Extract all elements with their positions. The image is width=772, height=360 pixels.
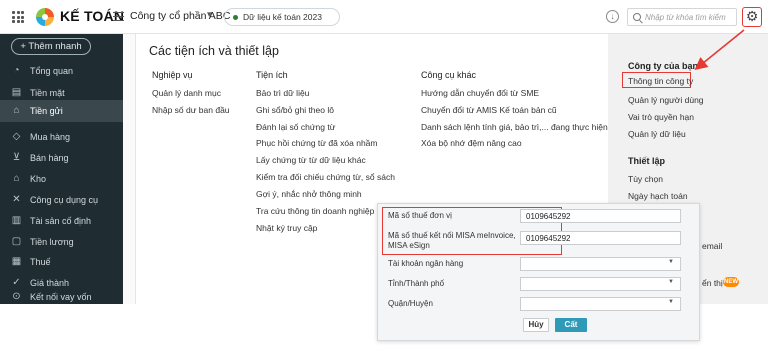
link-posting-date[interactable]: Ngày hạch toán bbox=[628, 191, 688, 201]
link-access-log[interactable]: Nhật ký truy cập bbox=[256, 223, 317, 233]
sidebar-item-tax[interactable]: ▦ Thuế bbox=[0, 251, 123, 273]
company-selector[interactable]: Công ty cổ phần ABC bbox=[130, 10, 230, 22]
province-select[interactable]: ▼ bbox=[520, 277, 681, 291]
sidebar-item-warehouse[interactable]: ⌂ Kho bbox=[0, 168, 123, 190]
link-company-lookup[interactable]: Tra cứu thông tin doanh nghiệp bbox=[256, 206, 374, 216]
sidebar-item-label: Bán hàng bbox=[30, 153, 69, 163]
col-heading-other-tools: Công cụ khác bbox=[421, 70, 477, 80]
link-email-partial[interactable]: email bbox=[702, 241, 722, 251]
warehouse-icon: ⌂ bbox=[13, 173, 20, 184]
chevron-down-icon: ▼ bbox=[668, 259, 674, 265]
search-placeholder: Nhập từ khóa tìm kiếm bbox=[645, 13, 726, 22]
link-batch-posting[interactable]: Ghi sổ/bỏ ghi theo lô bbox=[256, 105, 334, 115]
sidebar-item-tools[interactable]: ✕ Công cụ dụng cụ bbox=[0, 189, 123, 211]
bank-account-label: Tài khoản ngân hàng bbox=[388, 259, 464, 268]
sidebar-item-purchase[interactable]: ◇ Mua hàng bbox=[0, 126, 123, 148]
quick-add-button[interactable]: + Thêm nhanh bbox=[11, 38, 91, 55]
link-import-vouchers[interactable]: Lấy chứng từ từ dữ liệu khác bbox=[256, 155, 366, 165]
salary-icon: ▢ bbox=[11, 236, 22, 247]
link-company-info[interactable]: Thông tin công ty bbox=[628, 76, 693, 86]
sidebar-item-label: Tài sản cố định bbox=[30, 216, 92, 226]
sidebar-item-label: Kho bbox=[30, 174, 47, 184]
save-button[interactable]: Cất bbox=[555, 318, 587, 332]
search-input[interactable]: Nhập từ khóa tìm kiếm bbox=[627, 8, 737, 26]
sidebar-item-salary[interactable]: ▢ Tiền lương bbox=[0, 231, 123, 253]
col-heading-operations: Nghiệp vụ bbox=[152, 70, 193, 80]
link-running-jobs[interactable]: Danh sách lệnh tính giá, bảo trì,... đan… bbox=[421, 122, 608, 132]
chevron-down-icon: ▼ bbox=[668, 279, 674, 285]
cancel-button[interactable]: Hủy bbox=[523, 318, 549, 332]
top-bar: KẾ TOÁN Công ty cổ phần ABC ▾ Dữ liệu kế… bbox=[0, 0, 768, 34]
sidebar-item-label: Tiền lương bbox=[30, 237, 74, 247]
sidebar-item-label: Tiền mặt bbox=[30, 88, 65, 98]
sidebar-item-label: Tổng quan bbox=[30, 66, 74, 76]
company-section-heading: Công ty của bạn bbox=[628, 61, 699, 71]
sidebar-item-label: Công cụ dụng cụ bbox=[30, 195, 99, 205]
sidebar-item-sales[interactable]: ⊻ Bán hàng bbox=[0, 147, 123, 169]
sidebar: + Thêm nhanh ◔ Tổng quan ▤ Tiền mặt ⌂ Ti… bbox=[0, 34, 123, 304]
sidebar-item-label: Kết nối vay vốn bbox=[30, 292, 92, 302]
tools-icon: ✕ bbox=[12, 194, 21, 205]
bank-icon: ⌂ bbox=[13, 105, 20, 116]
link-manage-categories[interactable]: Quản lý danh mục bbox=[152, 88, 221, 98]
company-info-popup: Mã số thuế đơn vị 0109645292 Mã số thuế … bbox=[377, 203, 700, 341]
link-clear-cache[interactable]: Xóa bộ nhớ đệm nâng cao bbox=[421, 138, 522, 148]
sidebar-item-label: Tiền gửi bbox=[30, 106, 63, 116]
link-data-management[interactable]: Quản lý dữ liệu bbox=[628, 129, 686, 139]
link-display-partial[interactable]: ển thị bbox=[702, 278, 723, 288]
link-reconcile[interactable]: Kiểm tra đối chiếu chứng từ, sổ sách bbox=[256, 172, 395, 182]
bag-icon: ◇ bbox=[12, 131, 21, 142]
link-smart-reminders[interactable]: Gợi ý, nhắc nhở thông minh bbox=[256, 189, 362, 199]
link-data-maintenance[interactable]: Bảo trì dữ liệu bbox=[256, 88, 309, 98]
chevron-down-icon[interactable]: ▾ bbox=[207, 9, 212, 20]
download-icon[interactable]: ↓ bbox=[606, 10, 619, 23]
new-badge: NEW bbox=[723, 277, 739, 287]
chevron-down-icon: ▼ bbox=[668, 299, 674, 305]
sidebar-item-label: Thuế bbox=[30, 257, 51, 267]
sidebar-item-fixed-assets[interactable]: ▥ Tài sản cố định bbox=[0, 210, 123, 232]
link-renumber-vouchers[interactable]: Đánh lại số chứng từ bbox=[256, 122, 335, 132]
link-user-management[interactable]: Quản lý người dùng bbox=[628, 95, 704, 105]
search-icon bbox=[633, 13, 641, 21]
tax-icon: ▦ bbox=[11, 256, 22, 267]
link-restore-deleted[interactable]: Phục hồi chứng từ đã xóa nhầm bbox=[256, 138, 377, 148]
apps-grid-icon[interactable] bbox=[12, 11, 24, 23]
cash-icon: ▤ bbox=[11, 87, 22, 98]
misa-tax-code-field[interactable]: 0109645292 bbox=[520, 231, 681, 245]
link-amis-migration[interactable]: Chuyển đổi từ AMIS Kế toán bản cũ bbox=[421, 105, 557, 115]
panel-title: Các tiện ích và thiết lập bbox=[149, 44, 279, 58]
misa-tax-code-label: Mã số thuế kết nối MISA meInvoice, MISA … bbox=[388, 231, 516, 250]
district-select[interactable]: ▼ bbox=[520, 297, 681, 311]
sidebar-item-label: Mua hàng bbox=[30, 132, 71, 142]
link-sme-migration[interactable]: Hướng dẫn chuyển đổi từ SME bbox=[421, 88, 539, 98]
province-label: Tỉnh/Thành phố bbox=[388, 279, 445, 288]
tax-code-label: Mã số thuế đơn vị bbox=[388, 211, 452, 220]
link-options[interactable]: Tùy chọn bbox=[628, 174, 663, 184]
misa-logo-icon bbox=[36, 8, 54, 26]
col-heading-utilities: Tiện ích bbox=[256, 70, 288, 80]
sidebar-item-deposit[interactable]: ⌂ Tiền gửi bbox=[0, 100, 123, 122]
pie-chart-icon: ◔ bbox=[13, 65, 20, 76]
background-app-strip bbox=[123, 34, 136, 304]
hamburger-menu-icon[interactable] bbox=[113, 12, 124, 21]
tax-code-field[interactable]: 0109645292 bbox=[520, 209, 681, 223]
link-opening-balance[interactable]: Nhập số dư ban đầu bbox=[152, 105, 230, 115]
district-label: Quận/Huyện bbox=[388, 299, 433, 308]
link-icon: ⊙ bbox=[12, 291, 21, 302]
database-selector[interactable]: Dữ liệu kế toán 2023 bbox=[224, 8, 340, 26]
cart-icon: ⊻ bbox=[12, 152, 21, 163]
asset-icon: ▥ bbox=[11, 215, 22, 226]
bank-account-select[interactable]: ▼ bbox=[520, 257, 681, 271]
link-roles-permissions[interactable]: Vai trò quyền hạn bbox=[628, 112, 694, 122]
sidebar-item-overview[interactable]: ◔ Tổng quan bbox=[0, 60, 123, 82]
settings-gear-button[interactable]: ⚙ bbox=[742, 7, 762, 27]
setup-section-heading: Thiết lập bbox=[628, 156, 666, 166]
